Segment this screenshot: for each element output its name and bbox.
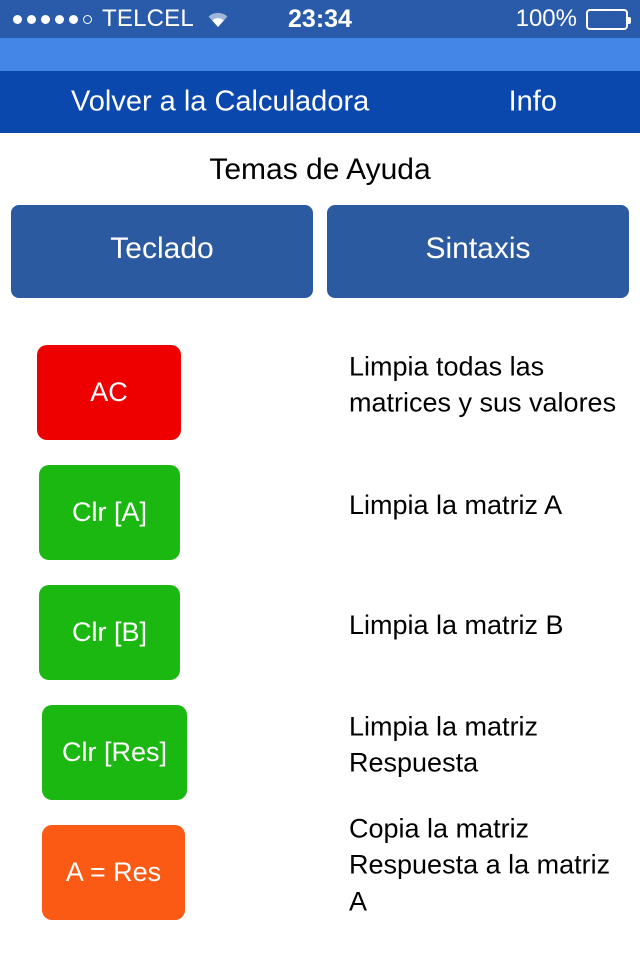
key-button-clr-res[interactable]: Clr [Res] bbox=[42, 705, 187, 800]
list-item: AC Limpia todas las matrices y sus valor… bbox=[0, 325, 640, 445]
status-bar: TELCEL 23:34 100% bbox=[0, 0, 640, 38]
key-description-clr-res: Limpia la matriz Respuesta bbox=[349, 711, 539, 778]
battery-icon bbox=[586, 8, 631, 30]
help-rows-list: AC Limpia todas las matrices y sus valor… bbox=[0, 325, 640, 925]
list-item: Clr [A] Limpia la matriz A bbox=[0, 445, 640, 565]
key-description-clr-a: Limpia la matriz A bbox=[349, 489, 563, 520]
key-button-ac[interactable]: AC bbox=[37, 345, 181, 440]
key-button-a-equals-res[interactable]: A = Res bbox=[42, 825, 185, 920]
nav-bar: Volver a la Calculadora Info bbox=[0, 71, 640, 133]
status-bar-right: 100% bbox=[515, 5, 631, 32]
key-button-clr-a[interactable]: Clr [A] bbox=[39, 465, 180, 560]
battery-nub bbox=[628, 16, 631, 24]
help-topic-tabs: Teclado Sintaxis bbox=[11, 205, 629, 298]
key-description-a-equals-res: Copia la matriz Respuesta a la matriz A bbox=[349, 813, 611, 917]
list-item: Clr [B] Limpia la matriz B bbox=[0, 565, 640, 685]
tab-teclado[interactable]: Teclado bbox=[11, 205, 313, 298]
key-description-ac: Limpia todas las matrices y sus valores bbox=[349, 351, 617, 418]
list-item: Clr [Res] Limpia la matriz Respuesta bbox=[0, 685, 640, 805]
back-to-calculator-button[interactable]: Volver a la Calculadora bbox=[71, 87, 369, 117]
page-title: Temas de Ayuda bbox=[209, 153, 431, 186]
battery-percent-label: 100% bbox=[515, 5, 577, 32]
list-item: A = Res Copia la matriz Respuesta a la m… bbox=[0, 805, 640, 925]
tab-sintaxis[interactable]: Sintaxis bbox=[327, 205, 629, 298]
nav-bar-top-strip bbox=[0, 38, 640, 71]
info-button[interactable]: Info bbox=[509, 87, 557, 117]
key-description-clr-b: Limpia la matriz B bbox=[349, 609, 564, 640]
key-button-clr-b[interactable]: Clr [B] bbox=[39, 585, 180, 680]
